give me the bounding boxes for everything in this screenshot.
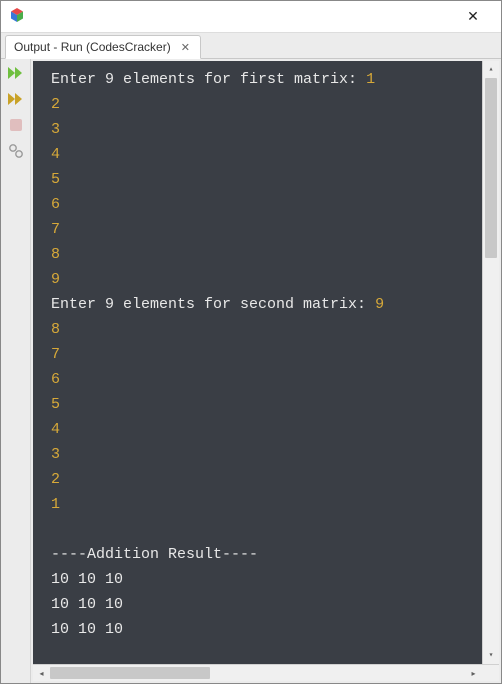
input-value: 8 — [51, 246, 60, 263]
input-value: 1 — [51, 496, 60, 513]
scroll-left-arrow-icon[interactable]: ◂ — [33, 665, 50, 681]
input-value: 3 — [51, 121, 60, 138]
window-close-button[interactable]: ✕ — [453, 3, 493, 31]
scroll-up-arrow-icon[interactable]: ▴ — [483, 61, 499, 78]
input-value: 7 — [51, 221, 60, 238]
input-value: 2 — [51, 96, 60, 113]
input-value: 5 — [51, 396, 60, 413]
console-output[interactable]: Enter 9 elements for first matrix: 1 2 3… — [33, 61, 499, 664]
tab-bar: Output - Run (CodesCracker) ✕ — [1, 33, 501, 59]
titlebar: ✕ — [1, 1, 501, 33]
tab-close-icon[interactable]: ✕ — [179, 41, 192, 54]
scroll-thumb[interactable] — [50, 667, 210, 679]
app-logo — [9, 7, 25, 26]
rerun-button[interactable] — [5, 89, 27, 109]
body-area: Enter 9 elements for first matrix: 1 2 3… — [1, 59, 501, 683]
result-row: 10 10 10 — [51, 596, 123, 613]
vertical-scrollbar[interactable]: ▴ ▾ — [482, 61, 499, 664]
side-toolbar — [1, 59, 31, 683]
horizontal-scroll-row: ◂ ▸ — [33, 664, 499, 681]
result-row: 10 10 10 — [51, 621, 123, 638]
console-wrap: Enter 9 elements for first matrix: 1 2 3… — [31, 59, 501, 683]
input-value: 4 — [51, 146, 60, 163]
prompt-second-matrix: Enter 9 elements for second matrix: — [51, 296, 375, 313]
tab-label: Output - Run (CodesCracker) — [14, 40, 171, 54]
tab-output-run[interactable]: Output - Run (CodesCracker) ✕ — [5, 35, 201, 59]
input-value: 1 — [366, 71, 375, 88]
scroll-corner — [482, 665, 499, 681]
input-value: 2 — [51, 471, 60, 488]
scroll-right-arrow-icon[interactable]: ▸ — [465, 665, 482, 681]
stop-button[interactable] — [5, 115, 27, 135]
input-value: 9 — [375, 296, 384, 313]
scroll-thumb[interactable] — [485, 78, 497, 258]
input-value: 5 — [51, 171, 60, 188]
input-value: 8 — [51, 321, 60, 338]
scroll-down-arrow-icon[interactable]: ▾ — [483, 647, 499, 664]
result-header: ----Addition Result---- — [51, 546, 258, 563]
prompt-first-matrix: Enter 9 elements for first matrix: — [51, 71, 366, 88]
settings-button[interactable] — [5, 141, 27, 161]
input-value: 9 — [51, 271, 60, 288]
input-value: 3 — [51, 446, 60, 463]
input-value: 6 — [51, 196, 60, 213]
input-value: 6 — [51, 371, 60, 388]
run-button[interactable] — [5, 63, 27, 83]
input-value: 7 — [51, 346, 60, 363]
input-value: 4 — [51, 421, 60, 438]
horizontal-scrollbar[interactable]: ◂ ▸ — [33, 665, 499, 681]
result-row: 10 10 10 — [51, 571, 123, 588]
